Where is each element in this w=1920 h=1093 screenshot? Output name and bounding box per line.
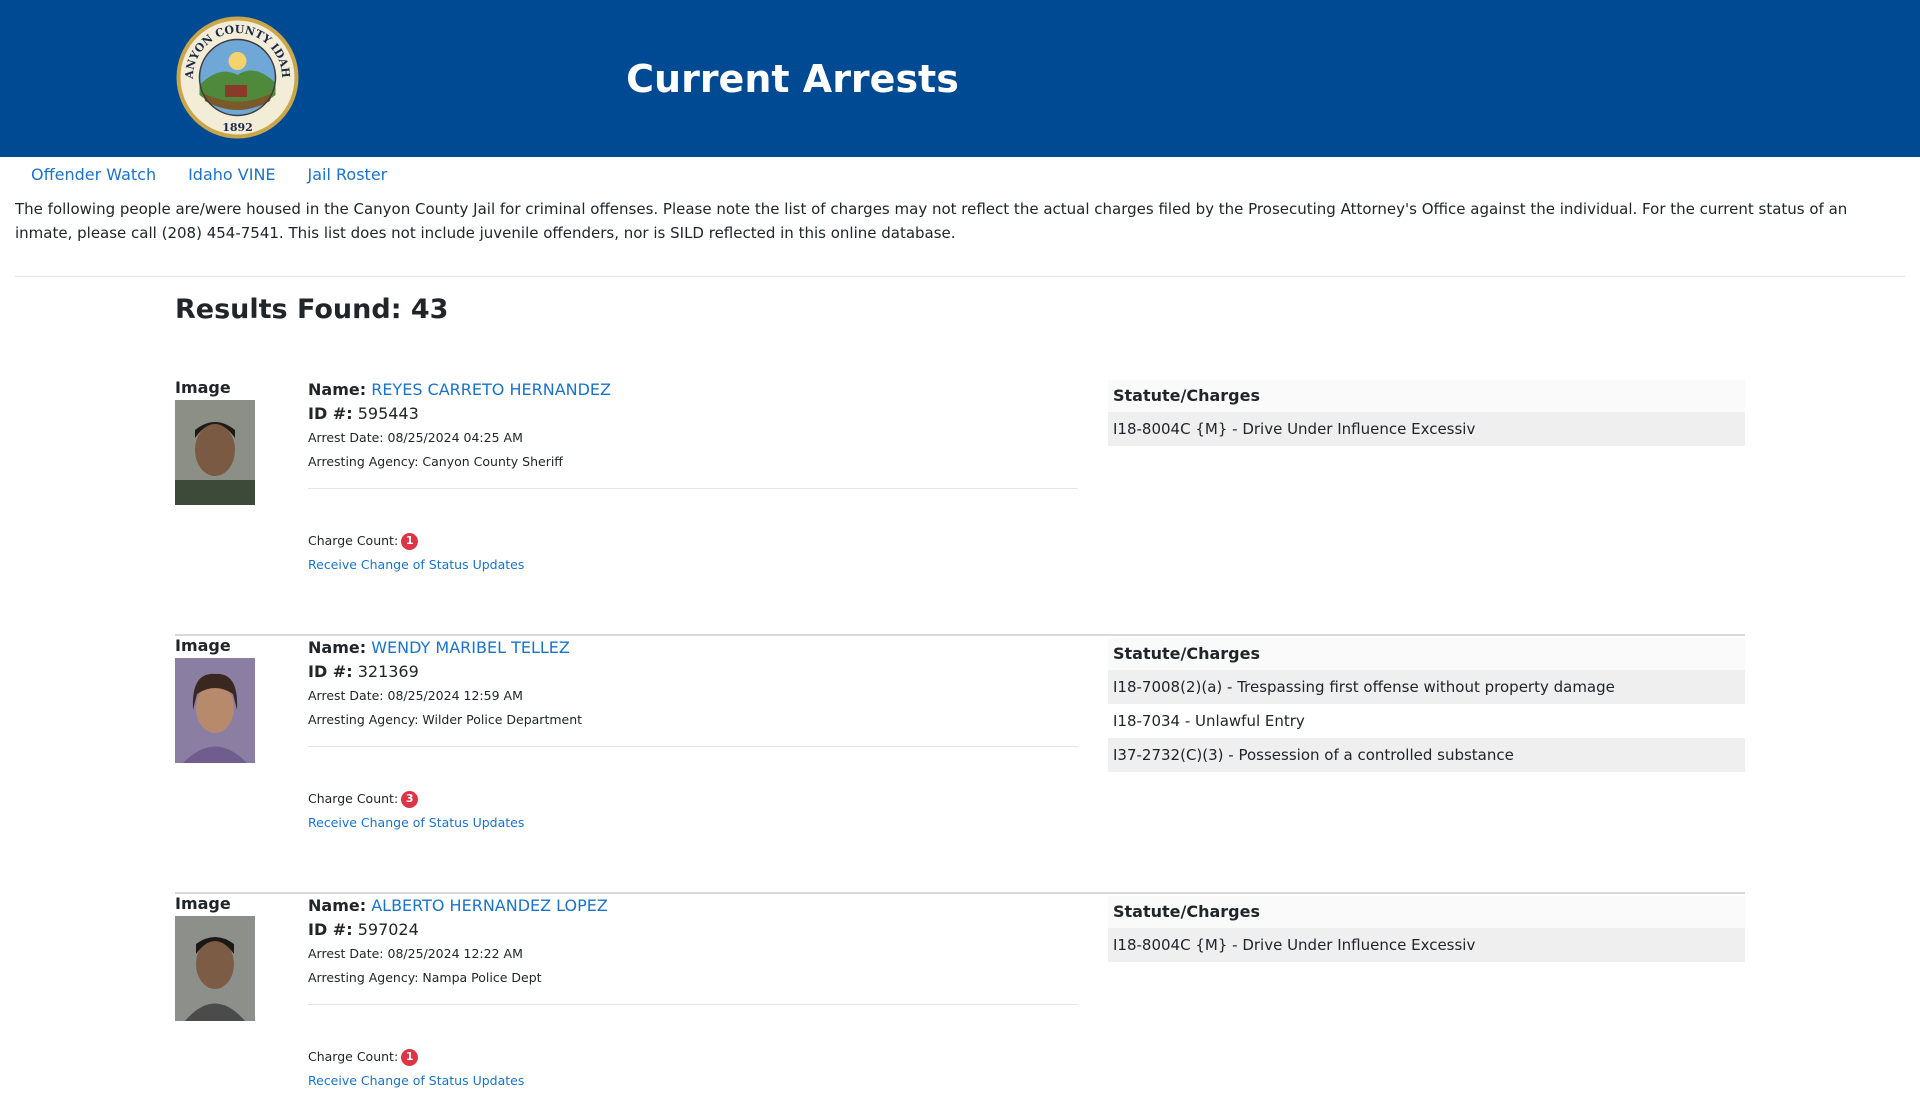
notice-text: The following people are/were housed in …: [15, 200, 1848, 242]
charge-count-label: Charge Count:: [308, 791, 399, 806]
id-line: ID #: 597024: [308, 918, 1078, 942]
charges-table: Statute/Charges I18-8004C {M} - Drive Un…: [1108, 896, 1745, 962]
section-divider: [15, 276, 1905, 277]
status-updates-link[interactable]: Receive Change of Status Updates: [308, 1069, 1078, 1093]
agency-label: Arresting Agency:: [308, 712, 419, 727]
id-line: ID #: 321369: [308, 660, 1078, 684]
arrest-date: 08/25/2024 04:25 AM: [387, 430, 523, 445]
inmate-name-link[interactable]: REYES CARRETO HERNANDEZ: [371, 380, 611, 399]
arrest-date-line: Arrest Date: 08/25/2024 04:25 AM: [308, 426, 1078, 450]
page-header: CANYON COUNTY IDAHO 1892 Current Arrests: [0, 0, 1920, 157]
name-line: Name: REYES CARRETO HERNANDEZ: [308, 378, 1078, 402]
arrest-date-label: Arrest Date:: [308, 430, 384, 445]
charges-header: Statute/Charges: [1108, 638, 1745, 670]
inmate-name-link[interactable]: WENDY MARIBEL TELLEZ: [371, 638, 570, 657]
charge-count-label: Charge Count:: [308, 1049, 399, 1064]
mugshot-image[interactable]: [175, 916, 255, 1021]
agency-label: Arresting Agency:: [308, 970, 419, 985]
image-label: Image: [175, 636, 231, 655]
info-separator: [308, 488, 1078, 489]
arrest-date-line: Arrest Date: 08/25/2024 12:59 AM: [308, 684, 1078, 708]
arrest-date-label: Arrest Date:: [308, 946, 384, 961]
id-label: ID #:: [308, 404, 353, 423]
charge-count-label: Charge Count:: [308, 533, 399, 548]
name-label: Name:: [308, 380, 367, 399]
charge-count-line: Charge Count: 1: [308, 529, 1078, 553]
charge-row: I18-8004C {M} - Drive Under Influence Ex…: [1108, 928, 1745, 962]
charge-row: I18-7008(2)(a) - Trespassing first offen…: [1108, 670, 1745, 704]
arrest-date: 08/25/2024 12:22 AM: [387, 946, 523, 961]
status-updates-link[interactable]: Receive Change of Status Updates: [308, 811, 1078, 835]
image-label: Image: [175, 378, 231, 397]
arrest-date-line: Arrest Date: 08/25/2024 12:22 AM: [308, 942, 1078, 966]
inmate-id: 321369: [357, 662, 419, 681]
nav-offender-watch[interactable]: Offender Watch: [15, 165, 172, 184]
charges-table: Statute/Charges I18-8004C {M} - Drive Un…: [1108, 380, 1745, 446]
name-label: Name:: [308, 638, 367, 657]
id-line: ID #: 595443: [308, 402, 1078, 426]
charges-header: Statute/Charges: [1108, 896, 1745, 928]
name-line: Name: ALBERTO HERNANDEZ LOPEZ: [308, 894, 1078, 918]
agency-line: Arresting Agency: Wilder Police Departme…: [308, 708, 1078, 732]
agency-label: Arresting Agency:: [308, 454, 419, 469]
record-info: Name: WENDY MARIBEL TELLEZ ID #: 321369 …: [308, 636, 1078, 835]
inmate-id: 595443: [357, 404, 419, 423]
arrest-record: Image Name: ALBERTO HERNANDEZ LOPEZ ID #…: [175, 894, 1745, 1088]
arresting-agency: Wilder Police Department: [422, 712, 583, 727]
charge-row: I18-8004C {M} - Drive Under Influence Ex…: [1108, 412, 1745, 446]
nav-jail-roster[interactable]: Jail Roster: [292, 165, 404, 184]
id-label: ID #:: [308, 920, 353, 939]
page-title: Current Arrests: [626, 56, 959, 101]
inmate-name-link[interactable]: ALBERTO HERNANDEZ LOPEZ: [371, 896, 608, 915]
agency-line: Arresting Agency: Canyon County Sheriff: [308, 450, 1078, 474]
info-separator: [308, 1004, 1078, 1005]
image-label: Image: [175, 894, 231, 913]
arresting-agency: Canyon County Sheriff: [422, 454, 563, 469]
agency-line: Arresting Agency: Nampa Police Dept: [308, 966, 1078, 990]
charge-row: I18-7034 - Unlawful Entry: [1113, 712, 1305, 730]
charge-count-badge: 1: [401, 1048, 419, 1066]
results-count: Results Found: 43: [175, 294, 449, 325]
inmate-id: 597024: [357, 920, 419, 939]
name-line: Name: WENDY MARIBEL TELLEZ: [308, 636, 1078, 660]
name-label: Name:: [308, 896, 367, 915]
record-info: Name: REYES CARRETO HERNANDEZ ID #: 5954…: [308, 378, 1078, 577]
arrest-record: Image Name: WENDY MARIBEL TELLEZ ID #: 3…: [175, 636, 1745, 894]
mugshot-image[interactable]: [175, 400, 255, 505]
charges-table: Statute/Charges I18-7008(2)(a) - Trespas…: [1108, 638, 1745, 772]
id-label: ID #:: [308, 662, 353, 681]
record-info: Name: ALBERTO HERNANDEZ LOPEZ ID #: 5970…: [308, 894, 1078, 1093]
charge-count-line: Charge Count: 1: [308, 1045, 1078, 1069]
charge-row: I37-2732(C)(3) - Possession of a control…: [1108, 738, 1745, 772]
arrest-record: Image Name: REYES CARRETO HERNANDEZ ID #…: [175, 378, 1745, 636]
status-updates-link[interactable]: Receive Change of Status Updates: [308, 553, 1078, 577]
mugshot-image[interactable]: [175, 658, 255, 763]
arrest-date-label: Arrest Date:: [308, 688, 384, 703]
charge-count-line: Charge Count: 3: [308, 787, 1078, 811]
info-separator: [308, 746, 1078, 747]
charge-count-badge: 1: [401, 532, 419, 550]
arrest-date: 08/25/2024 12:59 AM: [387, 688, 523, 703]
arresting-agency: Nampa Police Dept: [422, 970, 542, 985]
nav-idaho-vine[interactable]: Idaho VINE: [172, 165, 291, 184]
charges-header: Statute/Charges: [1108, 380, 1745, 412]
charge-count-badge: 3: [401, 790, 419, 808]
nav-links: Offender Watch Idaho VINE Jail Roster: [15, 165, 403, 184]
